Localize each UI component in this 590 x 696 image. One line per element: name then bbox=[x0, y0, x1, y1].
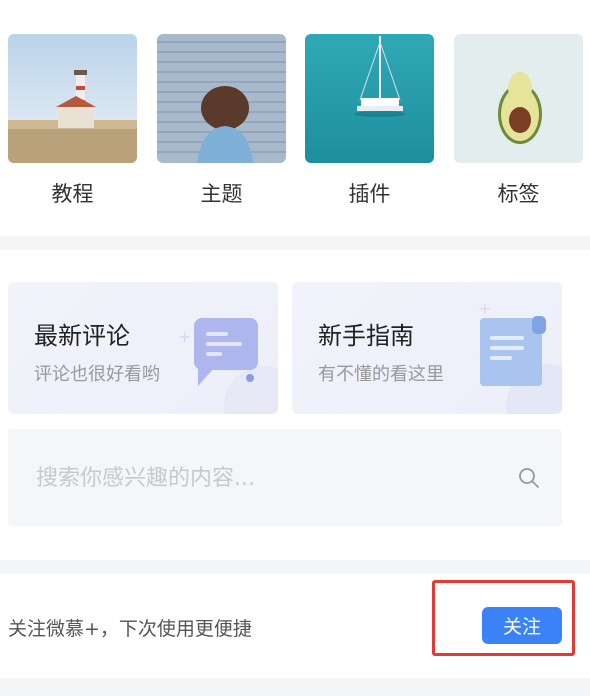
category-tile-tag[interactable] bbox=[454, 34, 583, 163]
lighthouse-image bbox=[8, 34, 137, 163]
search-icon[interactable] bbox=[518, 467, 540, 489]
highlight-frame bbox=[432, 580, 575, 656]
svg-text:+: + bbox=[478, 299, 491, 318]
document-icon: + bbox=[478, 299, 562, 414]
chat-bubble-icon: + bbox=[178, 318, 278, 414]
search-input[interactable] bbox=[34, 457, 498, 499]
beginner-guide-card[interactable]: 新手指南 有不懂的看这里 + bbox=[292, 282, 562, 414]
category-tile-plugin[interactable] bbox=[305, 34, 434, 163]
follow-prompt-text: 关注微慕+，下次使用更便捷 bbox=[8, 618, 252, 640]
category-label-tag: 标签 bbox=[497, 182, 540, 206]
card-title: 最新评论 bbox=[34, 322, 130, 350]
section-divider bbox=[0, 560, 590, 574]
svg-text:+: + bbox=[178, 327, 191, 346]
card-title: 新手指南 bbox=[318, 322, 414, 350]
search-box[interactable] bbox=[8, 429, 562, 526]
card-subtitle: 有不懂的看这里 bbox=[318, 364, 444, 385]
section-divider bbox=[0, 236, 590, 250]
category-tile-theme[interactable] bbox=[157, 34, 286, 163]
section-divider bbox=[0, 678, 590, 696]
avocado-image bbox=[454, 34, 583, 163]
card-subtitle: 评论也很好看哟 bbox=[34, 364, 160, 385]
latest-comments-card[interactable]: 最新评论 评论也很好看哟 + bbox=[8, 282, 278, 414]
category-label-tutorial: 教程 bbox=[51, 182, 94, 206]
category-tile-tutorial[interactable] bbox=[8, 34, 137, 163]
category-label-plugin: 插件 bbox=[348, 182, 391, 206]
category-label-theme: 主题 bbox=[200, 182, 243, 206]
sailboat-image bbox=[305, 34, 434, 163]
person-wall-image bbox=[157, 34, 286, 163]
